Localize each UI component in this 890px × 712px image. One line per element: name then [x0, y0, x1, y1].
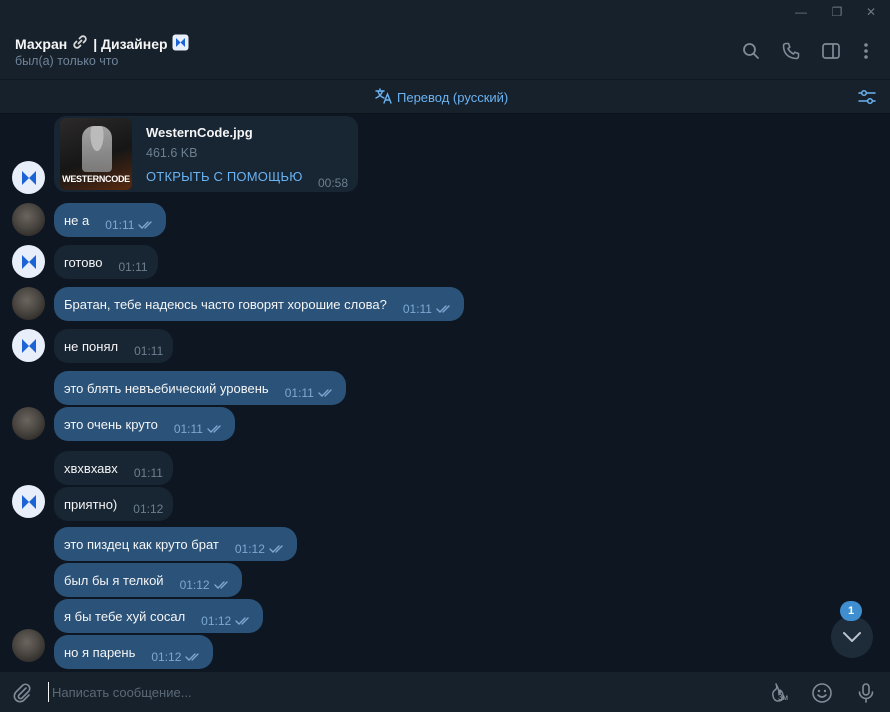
avatar-self[interactable] — [12, 287, 45, 320]
avatar-contact[interactable] — [12, 329, 45, 362]
message-text: хвхвхавх — [64, 460, 118, 476]
search-icon[interactable] — [740, 40, 762, 62]
attach-icon[interactable] — [10, 681, 34, 705]
link-icon — [71, 33, 89, 54]
sticker-timer-icon[interactable]: 3м — [766, 681, 790, 705]
message-bubble[interactable]: был бы я телкой 01:12 — [54, 563, 242, 597]
message-time: 01:12 — [179, 577, 210, 592]
file-name: WesternCode.jpg — [146, 125, 253, 140]
read-checkmarks-icon — [213, 580, 232, 590]
message-bubble[interactable]: готово 01:11 — [54, 245, 158, 279]
message-time: 01:12 — [151, 649, 182, 664]
close-button[interactable]: ✕ — [856, 3, 886, 21]
message-time: 00:58 — [317, 176, 348, 190]
message-time: 01:11 — [284, 385, 314, 400]
thumbnail-caption: WESTERNCODE — [62, 174, 130, 184]
message-bubble[interactable]: но я парень 01:12 — [54, 635, 214, 669]
message-time: 01:11 — [133, 465, 163, 480]
read-checkmarks-icon — [138, 220, 156, 230]
scroll-to-bottom-button[interactable] — [831, 616, 873, 658]
message-time: 01:11 — [134, 343, 164, 358]
message-list[interactable]: WESTERNCODE WesternCode.jpg 461.6 KB ОТК… — [0, 114, 890, 672]
chat-title[interactable]: Махран | Дизайнер — [15, 33, 193, 54]
translate-bar: Перевод (русский) — [0, 80, 890, 114]
window-titlebar: — ❐ ✕ — [0, 0, 890, 24]
message-time: 01:12 — [234, 541, 265, 556]
emoji-icon[interactable] — [810, 681, 834, 705]
brand-logo-icon — [21, 254, 36, 269]
thumbnail-figure — [82, 126, 112, 172]
message-bubble[interactable]: приятно) 01:12 — [54, 487, 174, 521]
microphone-icon[interactable] — [854, 681, 878, 705]
avatar-self[interactable] — [12, 203, 45, 236]
more-menu-icon[interactable] — [855, 40, 877, 62]
message-text: готово — [64, 254, 103, 270]
sticker-timer-badge: 3м — [778, 693, 788, 702]
read-checkmarks-icon — [269, 544, 287, 554]
translate-icon — [375, 88, 393, 107]
chat-header[interactable]: Махран | Дизайнер был(а) только что — [0, 24, 890, 80]
message-text: это пиздец как круто брат — [64, 536, 219, 552]
unread-count-badge: 1 — [840, 601, 862, 621]
read-checkmarks-icon — [436, 304, 454, 314]
restore-button[interactable]: ❐ — [822, 3, 852, 21]
open-with-button[interactable]: ОТКРЫТЬ С ПОМОЩЬЮ — [146, 169, 303, 184]
file-size: 461.6 KB — [146, 146, 198, 160]
message-time: 01:11 — [105, 217, 135, 232]
message-text: не а — [64, 212, 90, 228]
message-bubble[interactable]: хвхвхавх 01:11 — [54, 451, 173, 485]
message-time: 01:12 — [133, 501, 164, 516]
chat-name: Махран — [15, 35, 68, 52]
brand-logo-icon — [21, 170, 36, 185]
message-bubble[interactable]: я бы тебе хуй сосал 01:12 — [54, 599, 264, 633]
read-checkmarks-icon — [185, 652, 203, 662]
message-time: 01:12 — [201, 613, 232, 628]
chevron-down-icon — [843, 632, 861, 642]
message-text: это блять невъебический уровень — [64, 380, 269, 396]
message-bubble[interactable]: Братан, тебе надеюсь часто говорят хорош… — [54, 287, 464, 321]
phone-icon[interactable] — [780, 40, 802, 62]
message-bubble[interactable]: это пиздец как круто брат 01:12 — [54, 527, 297, 561]
minimize-button[interactable]: — — [786, 3, 816, 21]
avatar-self[interactable] — [12, 629, 45, 662]
sidebar-toggle-icon[interactable] — [820, 40, 842, 62]
message-text: приятно) — [64, 496, 118, 512]
avatar-contact[interactable] — [12, 245, 45, 278]
message-bubble[interactable]: не понял 01:11 — [54, 329, 174, 363]
avatar-contact[interactable] — [12, 485, 45, 518]
message-text: я бы тебе хуй сосал — [64, 608, 186, 624]
chat-status: был(а) только что — [15, 54, 119, 68]
avatar-self[interactable] — [12, 407, 45, 440]
read-checkmarks-icon — [318, 388, 336, 398]
file-thumbnail[interactable]: WESTERNCODE — [60, 118, 132, 190]
read-checkmarks-icon — [207, 424, 225, 434]
message-text: не понял — [64, 338, 119, 354]
chat-role: | Дизайнер — [93, 35, 168, 52]
translate-button[interactable]: Перевод (русский) — [375, 88, 508, 107]
message-text: это очень круто — [64, 416, 158, 432]
brand-logo-icon — [21, 494, 36, 509]
message-input[interactable] — [48, 682, 728, 702]
message-time: 01:11 — [173, 421, 203, 436]
translate-settings-icon[interactable] — [856, 86, 878, 108]
message-bubble[interactable]: не а 01:11 — [54, 203, 167, 237]
file-message[interactable]: WESTERNCODE WesternCode.jpg 461.6 KB ОТК… — [54, 116, 358, 192]
message-time: 01:11 — [402, 301, 432, 316]
message-text: но я парень — [64, 644, 136, 660]
message-composer: 3м — [0, 672, 890, 712]
message-bubble[interactable]: это очень круто 01:11 — [54, 407, 235, 441]
brand-emoji-icon — [172, 34, 189, 54]
message-time: 01:11 — [118, 259, 148, 274]
read-checkmarks-icon — [235, 616, 253, 626]
brand-logo-icon — [21, 338, 36, 353]
translate-label: Перевод (русский) — [397, 90, 509, 105]
message-text: Братан, тебе надеюсь часто говорят хорош… — [64, 296, 387, 312]
message-text: был бы я телкой — [64, 572, 164, 588]
avatar-contact[interactable] — [12, 161, 45, 194]
message-bubble[interactable]: это блять невъебический уровень 01:11 — [54, 371, 346, 405]
